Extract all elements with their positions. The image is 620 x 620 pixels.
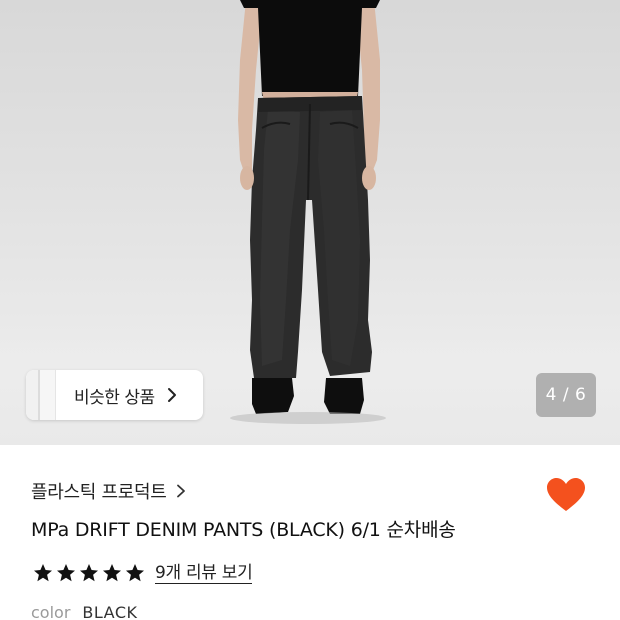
image-counter: 4 / 6 <box>536 373 596 417</box>
product-title: MPa DRIFT DENIM PANTS (BLACK) 6/1 순차배송 <box>31 519 456 541</box>
similar-products-button[interactable]: 비슷한 상품 <box>26 370 203 420</box>
heart-icon[interactable] <box>546 477 586 513</box>
product-image-gallery[interactable]: 비슷한 상품 4 / 6 <box>0 0 620 445</box>
brand-link[interactable]: 플라스틱 프로덕트 <box>31 478 186 504</box>
color-option-row: color BLACK <box>31 603 138 620</box>
rating-stars <box>33 563 145 583</box>
option-key-label: color <box>31 603 71 620</box>
chevron-right-icon <box>167 388 176 402</box>
star-icon <box>80 564 98 582</box>
star-icon <box>34 564 52 582</box>
star-icon <box>103 564 121 582</box>
option-value: BLACK <box>82 603 138 620</box>
chevron-right-icon <box>176 484 185 498</box>
similar-products-thumbnail <box>26 370 56 420</box>
star-icon <box>57 564 75 582</box>
view-reviews-link[interactable]: 9개 리뷰 보기 <box>155 563 253 584</box>
brand-name: 플라스틱 프로덕트 <box>31 482 167 503</box>
star-icon <box>126 564 144 582</box>
similar-products-label: 비슷한 상품 <box>74 387 155 408</box>
rating-row: 9개 리뷰 보기 <box>33 560 253 586</box>
